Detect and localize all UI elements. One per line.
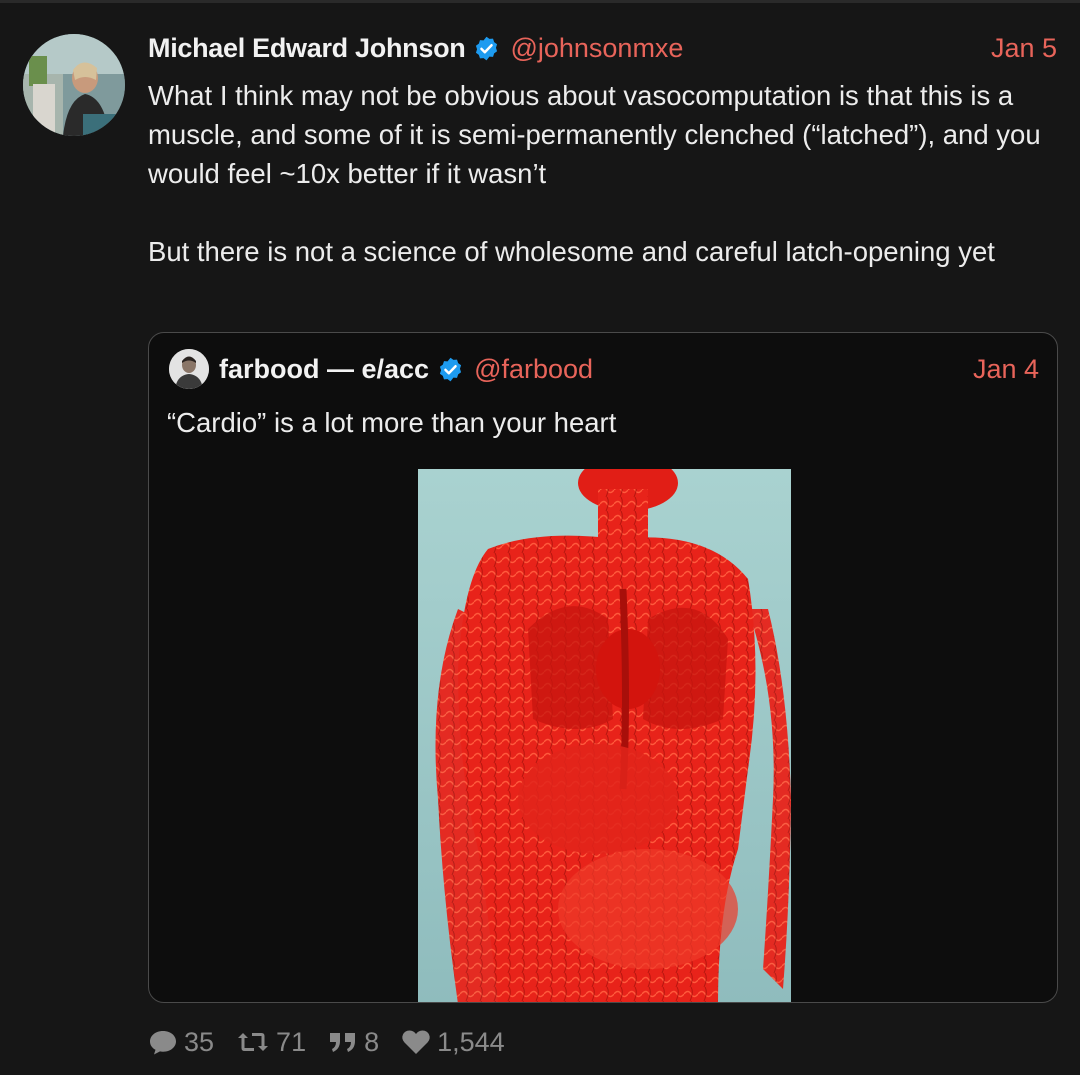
quote-author-handle[interactable]: @farbood xyxy=(474,354,593,385)
tweet-text: What I think may not be obvious about va… xyxy=(148,76,1053,271)
tweet-date[interactable]: Jan 5 xyxy=(991,28,1057,68)
tweet-paragraph: But there is not a science of wholesome … xyxy=(148,236,995,267)
tweet-actions: 35 71 8 1,544 xyxy=(148,1022,527,1062)
author-name[interactable]: Michael Edward Johnson xyxy=(148,33,466,64)
retweet-icon xyxy=(238,1033,269,1051)
like-button[interactable]: 1,544 xyxy=(401,1027,505,1058)
quote-count: 8 xyxy=(364,1026,380,1057)
verified-badge-icon xyxy=(437,356,464,383)
quote-date[interactable]: Jan 4 xyxy=(973,349,1039,389)
author-handle[interactable]: @johnsonmxe xyxy=(510,33,683,64)
quote-text: “Cardio” is a lot more than your heart xyxy=(167,407,617,438)
reply-count: 35 xyxy=(184,1026,215,1057)
vascular-system-photo[interactable] xyxy=(418,469,791,1002)
quote-marks-icon xyxy=(330,1033,356,1052)
tweet: Michael Edward Johnson @johnsonmxe Jan 5… xyxy=(0,0,1080,1075)
quote-author-name[interactable]: farbood — e/acc xyxy=(219,354,429,385)
like-count: 1,544 xyxy=(437,1026,505,1057)
quote-header: farbood — e/acc @farbood xyxy=(219,349,593,389)
quote-author-avatar[interactable] xyxy=(169,349,209,389)
reply-button[interactable]: 35 xyxy=(148,1027,214,1058)
quote-button[interactable]: 8 xyxy=(328,1027,379,1058)
speech-bubble-icon xyxy=(150,1031,176,1055)
author-avatar[interactable] xyxy=(23,34,125,136)
retweet-count: 71 xyxy=(276,1026,307,1057)
verified-badge-icon xyxy=(473,35,500,62)
heart-icon xyxy=(402,1030,430,1054)
tweet-paragraph: What I think may not be obvious about va… xyxy=(148,80,1041,189)
quoted-tweet-card[interactable]: farbood — e/acc @farbood Jan 4 “Cardio” … xyxy=(148,332,1058,1003)
retweet-button[interactable]: 71 xyxy=(236,1027,306,1058)
tweet-header: Michael Edward Johnson @johnsonmxe xyxy=(148,28,683,68)
